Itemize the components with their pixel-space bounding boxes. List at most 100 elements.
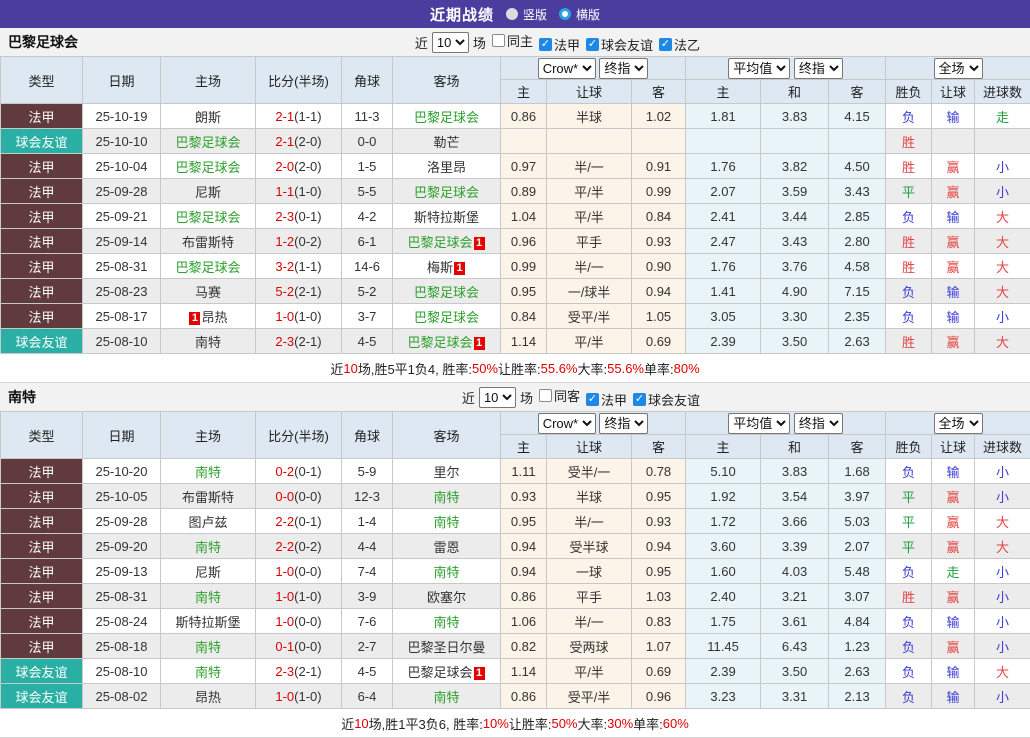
- col-header-corner: 角球: [342, 57, 393, 104]
- type-cell: 法甲: [1, 634, 83, 659]
- filter-bar: 近 10 场 同主✓法甲✓球会友谊✓法乙: [415, 28, 700, 56]
- matches-table: 类型 日期 主场 比分(半场) 角球 客场 Crow* 终指 平均值 终指 全场: [0, 56, 1030, 354]
- date-cell: 25-08-17: [83, 304, 161, 329]
- away-team-cell: 南特: [393, 484, 501, 509]
- filter-checkbox[interactable]: ✓法甲: [586, 390, 627, 409]
- corner-cell: 5-9: [342, 459, 393, 484]
- average-select[interactable]: 平均值: [728, 58, 790, 79]
- fulltime-score: 1-2: [275, 234, 294, 249]
- radio-horizontal-label: 横版: [576, 6, 600, 23]
- filter-checkbox[interactable]: ✓法乙: [659, 35, 700, 54]
- average-time-select[interactable]: 终指: [794, 58, 843, 79]
- fulltime-score: 1-0: [275, 564, 294, 579]
- date-cell: 25-08-02: [83, 684, 161, 709]
- away-team-cell: 里尔: [393, 459, 501, 484]
- result-text: 胜: [902, 590, 915, 605]
- type-cell: 法甲: [1, 254, 83, 279]
- radio-button-icon[interactable]: [506, 8, 518, 20]
- sub-header-handicap: 让球: [547, 435, 632, 459]
- fulltime-select[interactable]: 全场: [934, 413, 983, 434]
- score-cell: 2-1(2-0): [256, 129, 342, 154]
- checkbox-checked-icon[interactable]: ✓: [659, 38, 672, 51]
- corner-cell: 0-0: [342, 129, 393, 154]
- red-card-badge: 1: [474, 667, 485, 680]
- result-goals-cell: 大: [975, 329, 1030, 354]
- odds-time-select[interactable]: 终指: [599, 413, 648, 434]
- team-name: 尼斯: [195, 185, 221, 200]
- checkbox-checked-icon[interactable]: ✓: [586, 393, 599, 406]
- fulltime-score: 2-1: [275, 134, 294, 149]
- away-team-cell: 巴黎足球会1: [393, 659, 501, 684]
- radio-vertical-label: 竖版: [523, 6, 547, 23]
- filter-checkbox-group: 同客 ✓法甲 ✓球会友谊: [533, 386, 700, 409]
- result-handicap-cell: 输: [932, 684, 975, 709]
- avg-away-cell: 2.63: [829, 329, 886, 354]
- result-text: 胜: [902, 260, 915, 275]
- avg-draw-cell: 3.43: [761, 229, 829, 254]
- date-cell: 25-09-28: [83, 509, 161, 534]
- radio-button-selected-icon[interactable]: [559, 8, 571, 20]
- header-select-row: 类型 日期 主场 比分(半场) 角球 客场 Crow* 终指 平均值 终指 全场: [1, 412, 1030, 435]
- filter-checkbox[interactable]: ✓球会友谊: [633, 390, 700, 409]
- halftime-score: (1-0): [294, 589, 321, 604]
- result-handicap-cell: 赢: [932, 584, 975, 609]
- result-handicap-cell: [932, 129, 975, 154]
- col-header-corner: 角球: [342, 412, 393, 459]
- type-cell: 法甲: [1, 279, 83, 304]
- result-handicap-cell: 走: [932, 559, 975, 584]
- match-row: 球会友谊25-08-10南特2-3(2-1)4-5巴黎足球会11.14平/半0.…: [1, 659, 1030, 684]
- score-cell: 3-2(1-1): [256, 254, 342, 279]
- odds-away-cell: 0.94: [632, 534, 686, 559]
- odds-handicap-cell: 平/半: [547, 179, 632, 204]
- result-text: 大: [996, 665, 1009, 680]
- team-name-title: 巴黎足球会: [8, 32, 78, 52]
- score-cell: 1-0(1-0): [256, 304, 342, 329]
- type-cell: 法甲: [1, 179, 83, 204]
- match-row: 法甲25-10-19朗斯2-1(1-1)11-3巴黎足球会0.86半球1.021…: [1, 104, 1030, 129]
- team-name: 巴黎足球会: [175, 135, 240, 150]
- checkbox-unchecked-icon[interactable]: [539, 389, 552, 402]
- odds-home-cell: 0.86: [501, 684, 547, 709]
- filter-checkbox-label: 球会友谊: [601, 35, 653, 54]
- type-cell: 法甲: [1, 304, 83, 329]
- odds-handicap-cell: 半/一: [547, 509, 632, 534]
- bookmaker-select[interactable]: Crow*: [538, 58, 596, 79]
- result-handicap-cell: 赢: [932, 154, 975, 179]
- fulltime-select[interactable]: 全场: [934, 58, 983, 79]
- home-team-cell: 南特: [161, 634, 256, 659]
- red-card-badge: 1: [474, 337, 485, 350]
- radio-horizontal-layout[interactable]: 横版: [559, 6, 600, 23]
- score-cell: 2-2(0-1): [256, 509, 342, 534]
- bookmaker-select[interactable]: Crow*: [538, 413, 596, 434]
- result-wdl-cell: 负: [886, 684, 932, 709]
- recent-count-select[interactable]: 10: [432, 32, 469, 53]
- result-wdl-cell: 胜: [886, 329, 932, 354]
- filter-checkbox[interactable]: ✓球会友谊: [586, 35, 653, 54]
- result-text: 小: [996, 465, 1009, 480]
- filter-checkbox[interactable]: 同客: [539, 386, 580, 405]
- result-text: 输: [947, 465, 960, 480]
- filter-checkbox[interactable]: 同主: [492, 31, 533, 50]
- odds-time-select[interactable]: 终指: [599, 58, 648, 79]
- summary-value: 80%: [674, 361, 700, 376]
- corner-cell: 5-2: [342, 279, 393, 304]
- col-header-away: 客场: [393, 57, 501, 104]
- col-header-home: 主场: [161, 57, 256, 104]
- average-select[interactable]: 平均值: [728, 413, 790, 434]
- odds-away-cell: [632, 129, 686, 154]
- checkbox-checked-icon[interactable]: ✓: [539, 38, 552, 51]
- checkbox-checked-icon[interactable]: ✓: [586, 38, 599, 51]
- checkbox-unchecked-icon[interactable]: [492, 34, 505, 47]
- radio-vertical-layout[interactable]: 竖版: [506, 6, 547, 23]
- avg-draw-cell: 3.66: [761, 509, 829, 534]
- recent-count-select[interactable]: 10: [479, 387, 516, 408]
- away-team-cell: 南特: [393, 609, 501, 634]
- average-time-select[interactable]: 终指: [794, 413, 843, 434]
- type-cell: 法甲: [1, 559, 83, 584]
- result-text: 小: [996, 615, 1009, 630]
- odds-away-cell: 1.02: [632, 104, 686, 129]
- checkbox-checked-icon[interactable]: ✓: [633, 393, 646, 406]
- avg-home-cell: 2.39: [686, 659, 761, 684]
- filter-checkbox[interactable]: ✓法甲: [539, 35, 580, 54]
- summary-row: 近10场,胜5平1负4, 胜率:50% 让胜率:55.6% 大率:55.6% 单…: [0, 354, 1030, 383]
